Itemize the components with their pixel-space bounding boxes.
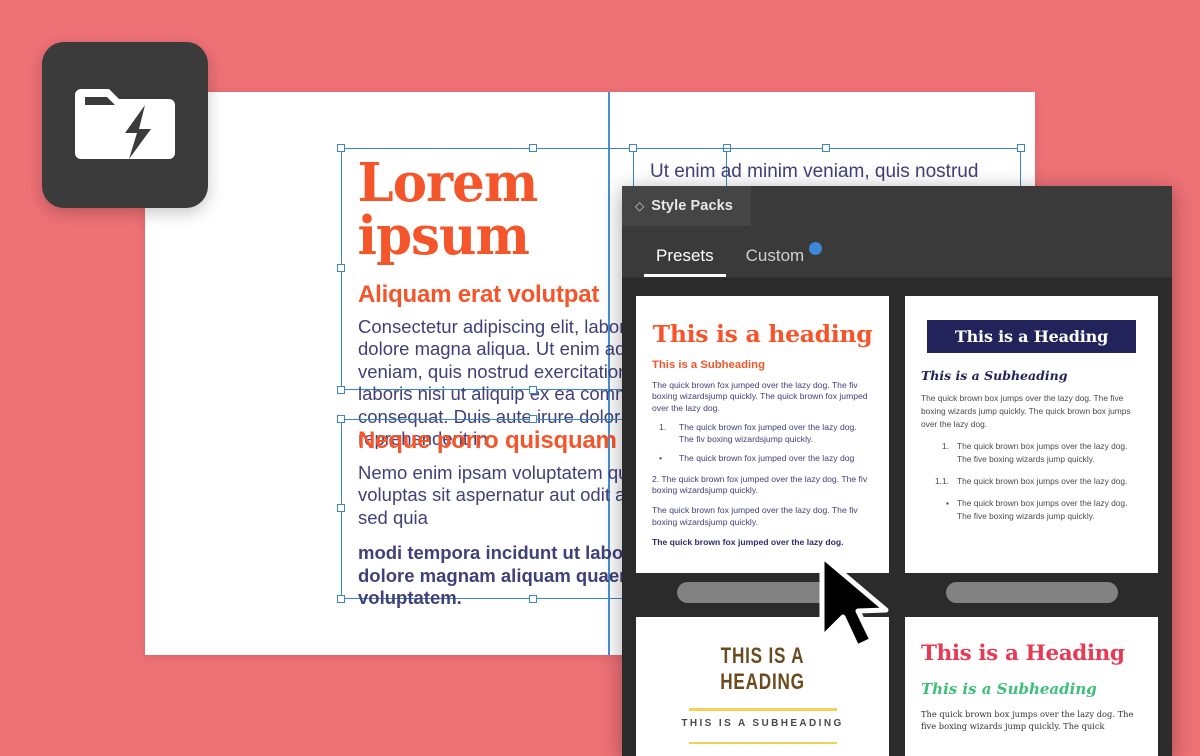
preset-2-list-item: 1.1. The quick brown box jumps over the … <box>921 475 1142 488</box>
list-marker: 1.1. <box>935 476 949 487</box>
preset-1-paragraph-3: The quick brown fox jumped over the lazy… <box>652 505 858 527</box>
body-paragraph: Ut enim ad minim veniam, quis nostrud <box>650 161 979 182</box>
resize-handle-middle-left[interactable] <box>337 264 345 272</box>
list-marker: 1. <box>659 422 667 433</box>
preset-2-list-item: ▪ The quick brown box jumps over the laz… <box>921 497 1142 523</box>
list-marker: ▪ <box>946 498 949 509</box>
resize-handle-bottom-center[interactable] <box>529 386 537 394</box>
tab-custom-badge-dot <box>809 242 823 255</box>
list-marker: 1. <box>942 441 949 452</box>
preset-4-heading: This is a Heading <box>921 641 1125 666</box>
preset-2-label-placeholder[interactable] <box>945 582 1118 603</box>
preset-cell-1: This is a heading This is a Subheading T… <box>636 296 889 603</box>
preset-1-list-item: • The quick brown fox jumped over the la… <box>652 453 873 464</box>
list-text: The quick brown box jumps over the lazy … <box>957 476 1128 487</box>
preset-2-heading: This is a Heading <box>927 320 1136 353</box>
preset-cell-3: THIS IS A HEADING THIS IS A SUBHEADING T… <box>636 617 889 756</box>
preset-cell-2: This is a Heading This is a Subheading T… <box>905 296 1158 603</box>
preset-3-heading: THIS IS A HEADING <box>720 643 805 694</box>
preset-card-2[interactable]: This is a Heading This is a Subheading T… <box>905 296 1158 573</box>
preset-card-3[interactable]: THIS IS A HEADING THIS IS A SUBHEADING T… <box>636 617 889 756</box>
preset-3-rule-top <box>688 708 837 711</box>
panel-title: Style Packs <box>651 198 733 214</box>
preset-card-1[interactable]: This is a heading This is a Subheading T… <box>636 296 889 573</box>
list-text: The quick brown box jumps over the lazy … <box>957 498 1128 522</box>
panel-tab-bar: Presets Custom <box>622 226 1172 278</box>
resize-handle-bottom-center[interactable] <box>529 595 537 603</box>
resize-handle-top-left[interactable] <box>337 144 345 152</box>
resize-handle-middle-left[interactable] <box>337 504 345 512</box>
preset-1-paragraph: The quick brown fox jumped over the lazy… <box>652 380 868 413</box>
resize-handle-bottom-left[interactable] <box>337 595 345 603</box>
preset-cell-4: This is a Heading This is a Subheading T… <box>905 617 1158 756</box>
resize-handle-top-center[interactable] <box>529 415 537 423</box>
resize-handle-top-center[interactable] <box>822 144 830 152</box>
list-text: The quick brown fox jumped over the lazy… <box>679 453 855 464</box>
preset-2-subheading: This is a Subheading <box>921 368 1068 383</box>
list-text: The quick brown fox jumped over the lazy… <box>679 422 857 444</box>
panel-title-tab[interactable]: ◇ Style Packs <box>622 186 751 226</box>
tab-custom[interactable]: Custom <box>734 242 823 277</box>
tab-presets[interactable]: Presets <box>644 246 726 277</box>
app-icon-folder-lightning[interactable] <box>42 42 208 208</box>
preset-3-subheading: THIS IS A SUBHEADING <box>681 717 844 729</box>
preset-2-list-item: 1. The quick brown box jumps over the la… <box>921 440 1142 466</box>
preset-card-4[interactable]: This is a Heading This is a Subheading T… <box>905 617 1158 756</box>
preset-4-subheading: This is a Subheading <box>921 680 1097 698</box>
list-marker: • <box>659 453 663 464</box>
style-packs-panel[interactable]: ◇ Style Packs Presets Custom This is a h… <box>622 186 1172 756</box>
resize-handle-top-right[interactable] <box>1017 144 1025 152</box>
updown-arrows-icon: ◇ <box>635 199 645 213</box>
preset-grid: This is a heading This is a Subheading T… <box>622 278 1172 756</box>
preset-4-paragraph: The quick brown box jumps over the lazy … <box>921 709 1134 731</box>
preset-1-list-item: 1. The quick brown fox jumped over the l… <box>652 422 873 445</box>
preset-1-label-placeholder[interactable] <box>676 582 849 603</box>
preset-1-paragraph-2: 2. The quick brown fox jumped over the l… <box>652 473 868 495</box>
tab-custom-label: Custom <box>745 246 805 265</box>
tab-presets-label: Presets <box>656 246 714 265</box>
preset-2-paragraph: The quick brown box jumps over the lazy … <box>921 393 1131 430</box>
resize-handle-top-left[interactable] <box>629 144 637 152</box>
resize-handle-top-center[interactable] <box>529 144 537 152</box>
preset-1-subheading: This is a Subheading <box>652 359 765 371</box>
resize-handle-top-left[interactable] <box>337 415 345 423</box>
resize-handle-bottom-left[interactable] <box>337 386 345 394</box>
preset-3-rule-bottom <box>688 741 837 744</box>
panel-titlebar: ◇ Style Packs <box>622 186 1172 226</box>
preset-1-strong: The quick brown fox jumped over the lazy… <box>652 537 844 548</box>
preset-1-heading: This is a heading <box>652 320 873 348</box>
list-text: The quick brown box jumps over the lazy … <box>957 441 1128 465</box>
folder-lightning-icon <box>75 89 175 159</box>
